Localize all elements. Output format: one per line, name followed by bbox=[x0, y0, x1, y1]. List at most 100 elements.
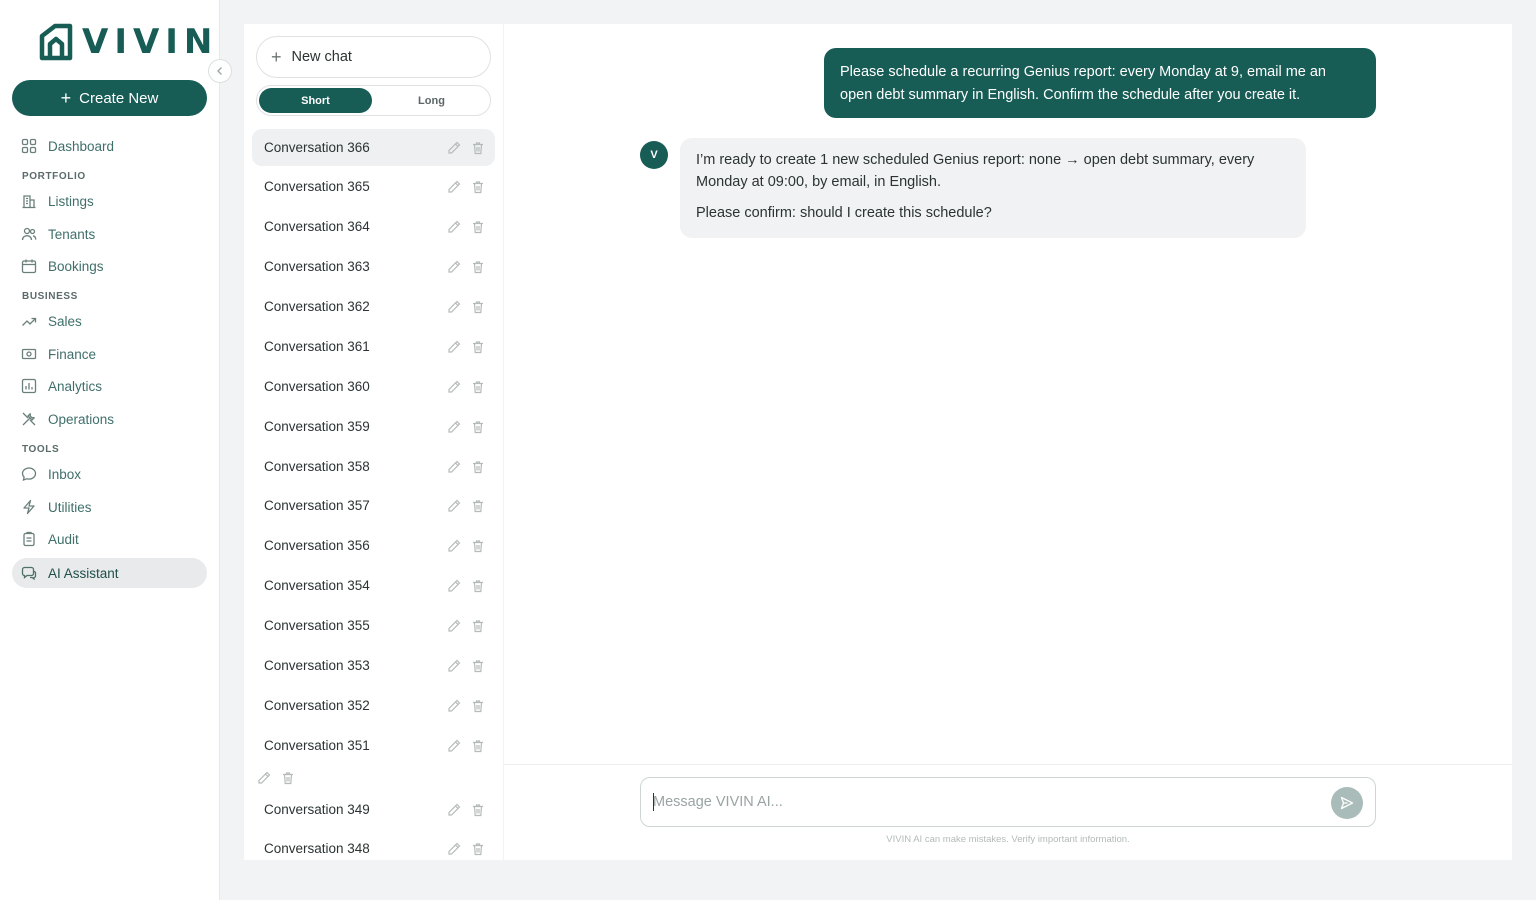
trash-icon[interactable] bbox=[470, 618, 486, 634]
conversation-item[interactable]: Conversation 357 bbox=[252, 487, 495, 524]
edit-icon[interactable] bbox=[446, 459, 462, 475]
new-chat-button[interactable]: + New chat bbox=[256, 36, 491, 78]
assistant-message-question: Please confirm: should I create this sch… bbox=[696, 205, 992, 221]
brand-logo[interactable]: VIVIN bbox=[36, 21, 218, 63]
nav-item-label: Inbox bbox=[48, 466, 82, 482]
trash-icon[interactable] bbox=[470, 259, 486, 275]
edit-icon[interactable] bbox=[446, 379, 462, 395]
conversation-item[interactable]: Conversation 356 bbox=[252, 527, 495, 564]
nav-item-sales[interactable]: Sales bbox=[12, 306, 207, 336]
grid-icon bbox=[21, 138, 37, 154]
conversation-item[interactable]: Conversation 349 bbox=[252, 791, 495, 828]
assistant-avatar: V bbox=[640, 141, 668, 169]
trash-icon[interactable] bbox=[470, 140, 486, 156]
conversation-item[interactable]: Conversation 351 bbox=[252, 727, 495, 764]
nav-item-listings[interactable]: Listings bbox=[12, 186, 207, 216]
conversation-item[interactable]: Conversation 366 bbox=[252, 129, 495, 166]
nav-item-finance[interactable]: Finance bbox=[12, 339, 207, 369]
edit-icon[interactable] bbox=[446, 738, 462, 754]
edit-icon[interactable] bbox=[446, 339, 462, 355]
trash-icon[interactable] bbox=[470, 219, 486, 235]
edit-icon[interactable] bbox=[446, 498, 462, 514]
trash-icon[interactable] bbox=[470, 578, 486, 594]
conversation-title: Conversation 362 bbox=[264, 299, 370, 314]
plus-icon: + bbox=[271, 47, 282, 67]
conversation-item[interactable]: Conversation 353 bbox=[252, 647, 495, 684]
edit-icon[interactable] bbox=[446, 299, 462, 315]
edit-icon[interactable] bbox=[446, 538, 462, 554]
edit-icon[interactable] bbox=[446, 802, 462, 818]
edit-icon[interactable] bbox=[446, 259, 462, 275]
edit-icon[interactable] bbox=[446, 698, 462, 714]
nav-item-utilities[interactable]: Utilities bbox=[12, 492, 207, 522]
trash-icon[interactable] bbox=[470, 419, 486, 435]
conversation-item[interactable]: Conversation 354 bbox=[252, 567, 495, 604]
conversation-actions bbox=[446, 841, 486, 857]
nav-item-operations[interactable]: Operations bbox=[12, 404, 207, 434]
edit-icon[interactable] bbox=[446, 419, 462, 435]
conversation-item[interactable]: Conversation 348 bbox=[252, 830, 495, 860]
nav-item-audit[interactable]: Audit bbox=[12, 524, 207, 554]
trash-icon[interactable] bbox=[470, 459, 486, 475]
trash-icon[interactable] bbox=[470, 299, 486, 315]
chat-area: Please schedule a recurring Genius repor… bbox=[504, 24, 1512, 860]
nav-section-portfolio: PORTFOLIO bbox=[22, 171, 86, 182]
conversation-actions bbox=[446, 538, 486, 554]
trash-icon[interactable] bbox=[470, 179, 486, 195]
sidebar-collapse-button[interactable] bbox=[208, 59, 232, 83]
edit-icon[interactable] bbox=[256, 770, 272, 786]
conversation-item[interactable]: Conversation 362 bbox=[252, 288, 495, 325]
trash-icon[interactable] bbox=[280, 770, 296, 786]
nav-item-ai-assistant[interactable]: AI Assistant bbox=[12, 558, 207, 588]
edit-icon[interactable] bbox=[446, 841, 462, 857]
toggle-short[interactable]: Short bbox=[259, 88, 372, 113]
edit-icon[interactable] bbox=[446, 219, 462, 235]
trash-icon[interactable] bbox=[470, 658, 486, 674]
conversation-item[interactable]: Conversation 363 bbox=[252, 248, 495, 285]
conversation-item[interactable]: Conversation 358 bbox=[252, 448, 495, 485]
create-new-button[interactable]: + Create New bbox=[12, 80, 207, 116]
trash-icon[interactable] bbox=[470, 379, 486, 395]
nav-item-inbox[interactable]: Inbox bbox=[12, 459, 207, 489]
trash-icon[interactable] bbox=[470, 538, 486, 554]
conversation-actions bbox=[446, 459, 486, 475]
trash-icon[interactable] bbox=[470, 339, 486, 355]
nav-item-label: Utilities bbox=[48, 499, 92, 515]
conversation-item[interactable]: Conversation 365 bbox=[252, 168, 495, 205]
create-new-label: Create New bbox=[79, 89, 159, 107]
conversation-actions bbox=[446, 259, 486, 275]
conversation-item[interactable]: Conversation 360 bbox=[252, 368, 495, 405]
conversation-title: Conversation 360 bbox=[264, 379, 370, 394]
toggle-long[interactable]: Long bbox=[375, 88, 488, 113]
chevron-left-icon bbox=[217, 67, 222, 75]
send-button[interactable] bbox=[1331, 787, 1363, 819]
message-composer bbox=[640, 777, 1376, 827]
conversation-item[interactable]: Conversation 359 bbox=[252, 408, 495, 445]
conversation-item[interactable]: Conversation 361 bbox=[252, 328, 495, 365]
message-input[interactable] bbox=[653, 791, 1313, 813]
nav-item-bookings[interactable]: Bookings bbox=[12, 251, 207, 281]
trash-icon[interactable] bbox=[470, 841, 486, 857]
conversation-item[interactable]: Conversation 364 bbox=[252, 208, 495, 245]
conversation-actions bbox=[446, 618, 486, 634]
sidebar: VIVIN + Create New Dashboard PORTFOLIO L… bbox=[0, 0, 220, 900]
nav-item-analytics[interactable]: Analytics bbox=[12, 371, 207, 401]
conversation-item[interactable]: Conversation 355 bbox=[252, 607, 495, 644]
conversation-title: Conversation 358 bbox=[264, 459, 370, 474]
trash-icon[interactable] bbox=[470, 738, 486, 754]
trash-icon[interactable] bbox=[470, 498, 486, 514]
nav-item-dashboard[interactable]: Dashboard bbox=[12, 131, 207, 161]
edit-icon[interactable] bbox=[446, 140, 462, 156]
bolt-icon bbox=[23, 499, 35, 515]
edit-icon[interactable] bbox=[446, 658, 462, 674]
edit-icon[interactable] bbox=[446, 179, 462, 195]
nav-item-tenants[interactable]: Tenants bbox=[12, 219, 207, 249]
banknote-icon bbox=[21, 348, 37, 360]
conversation-title: Conversation 359 bbox=[264, 419, 370, 434]
edit-icon[interactable] bbox=[446, 578, 462, 594]
conversation-item[interactable]: Conversation 352 bbox=[252, 687, 495, 724]
trash-icon[interactable] bbox=[470, 698, 486, 714]
edit-icon[interactable] bbox=[446, 618, 462, 634]
trash-icon[interactable] bbox=[470, 802, 486, 818]
clipboard-icon bbox=[23, 531, 35, 547]
